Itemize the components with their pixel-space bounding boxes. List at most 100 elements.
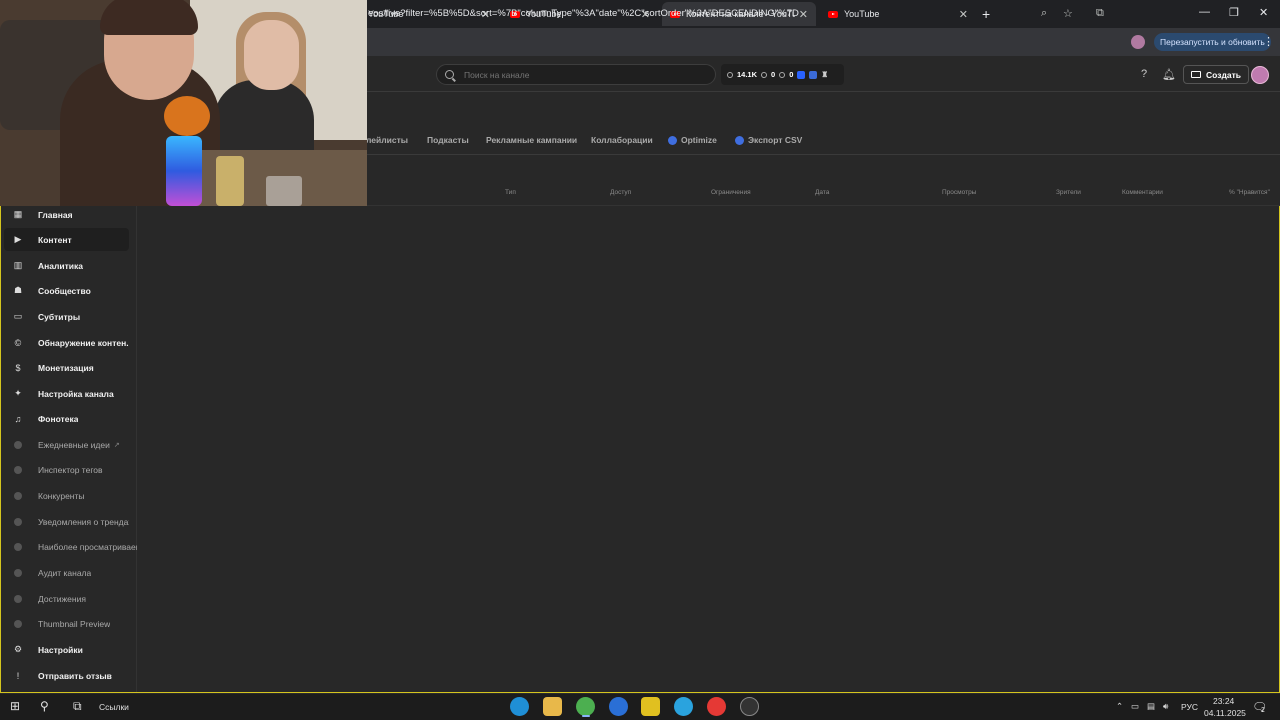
telegram-icon[interactable] — [674, 697, 693, 716]
extensions-icon[interactable]: ⧉ — [1096, 7, 1104, 20]
sidebar-item-channel-audit[interactable]: Аудит канала — [4, 561, 129, 584]
close-icon[interactable]: ✕ — [799, 8, 808, 21]
extension-icon — [13, 440, 23, 450]
links-toolbar[interactable]: Ссылки — [99, 702, 129, 712]
content-icon: ▶ — [14, 234, 22, 244]
sidebar-item-label: Контент — [38, 234, 72, 245]
extension-icon[interactable] — [797, 70, 806, 79]
zoom-icon[interactable]: ⌕ — [1041, 7, 1047, 20]
clock-date[interactable]: 04.11.2025 — [1204, 708, 1246, 718]
webcam-pumpkin — [164, 96, 210, 136]
task-view-icon[interactable]: ⧉ — [73, 699, 82, 714]
sidebar-item-competitors[interactable]: Конкуренты — [4, 484, 129, 507]
volume-icon[interactable]: 🔊︎ — [1163, 701, 1168, 712]
chrome-icon[interactable] — [576, 697, 595, 716]
column-header-visibility[interactable]: Доступ — [610, 189, 631, 196]
channel-search[interactable] — [436, 64, 716, 85]
bell-icon[interactable]: 🔔︎ — [1162, 68, 1176, 81]
sidebar-item-audio-library[interactable]: ♫ Фонотека — [4, 407, 129, 430]
sidebar-item-analytics[interactable]: ▥ Аналитика — [4, 254, 129, 277]
url-field[interactable]: eos/live?filter=%5B%5D&sort=%7B"columnTy… — [368, 8, 799, 19]
close-icon[interactable]: ✕ — [959, 8, 968, 21]
minimize-icon[interactable]: — — [1199, 6, 1210, 18]
community-icon: ☗ — [13, 285, 23, 295]
column-header-date[interactable]: Дата — [815, 189, 829, 196]
windows-taskbar — [0, 693, 1280, 720]
obs-icon[interactable] — [740, 697, 759, 716]
sidebar-item-content-detection[interactable]: © Обнаружение контен... — [4, 331, 129, 354]
sidebar-item-monetization[interactable]: $ Монетизация — [4, 356, 129, 379]
window-close-icon[interactable]: ✕ — [1259, 6, 1268, 19]
extension-icon[interactable] — [809, 70, 818, 79]
sidebar-item-thumbnail-preview[interactable]: Thumbnail Preview — [4, 612, 129, 635]
edge-icon[interactable] — [510, 697, 529, 716]
network-icon[interactable]: ▤ — [1147, 701, 1155, 712]
tab-export-csv[interactable]: Экспорт CSV — [735, 135, 802, 145]
sidebar-item-customization[interactable]: ✦ Настройка канала — [4, 382, 129, 405]
webcam-glass — [266, 176, 302, 206]
sidebar-item-dashboard[interactable]: ▦ Главная — [4, 203, 129, 226]
sidebar-item-label: Ежедневные идеи — [38, 439, 110, 450]
channel-avatar[interactable] — [1251, 66, 1269, 84]
sidebar-item-trend-alerts[interactable]: Уведомления о трендах — [4, 510, 129, 533]
help-icon[interactable]: ? — [1141, 68, 1147, 80]
sidebar-item-label: Аналитика — [38, 260, 83, 271]
chevron-up-icon[interactable]: ⌃ — [1116, 701, 1123, 712]
extension-stats-widget[interactable]: 14.1K 0 0 ♜ — [721, 64, 844, 85]
clock-time[interactable]: 23:24 — [1213, 696, 1234, 706]
language-indicator[interactable]: РУС — [1181, 702, 1198, 712]
new-tab-icon[interactable]: + — [982, 6, 990, 22]
sidebar-item-label: Аудит канала — [38, 567, 92, 578]
restart-update-button[interactable]: Перезапустить и обновить — [1154, 33, 1271, 51]
sidebar-item-most-viewed[interactable]: Наиболее просматриваем — [4, 535, 137, 558]
webcam-lamp — [166, 136, 202, 206]
tasks-icon[interactable] — [609, 697, 628, 716]
trophy-icon[interactable]: ♜ — [821, 70, 828, 79]
bookmark-star-icon[interactable]: ☆ — [1063, 7, 1073, 20]
extension-icon — [13, 465, 23, 475]
sidebar-item-daily-ideas[interactable]: Ежедневные идеи ↗ — [4, 433, 129, 456]
column-header-views[interactable]: Просмотры — [942, 189, 976, 196]
sidebar-item-settings[interactable]: ⚙ Настройки — [4, 638, 129, 661]
sidebar-item-label: Субтитры — [38, 311, 81, 322]
sidebar-item-label: Конкуренты — [38, 490, 85, 501]
column-header-likes[interactable]: % "Нравится" — [1229, 189, 1270, 196]
column-header-comments[interactable]: Комментарии — [1122, 189, 1163, 196]
column-header-viewers[interactable]: Зрители — [1056, 189, 1081, 196]
column-header-type[interactable]: Тип — [505, 189, 516, 196]
webcam-can — [216, 156, 244, 206]
obs-pause-icon[interactable] — [641, 697, 660, 716]
sidebar-item-tag-inspector[interactable]: Инспектор тегов — [4, 458, 129, 481]
studio-sidebar: ▦ Главная ▶ Контент ▥ Аналитика ☗ Сообще… — [0, 206, 137, 692]
export-icon — [735, 135, 744, 145]
comments-count: 0 — [789, 70, 794, 79]
sidebar-item-label: Достижения — [38, 593, 86, 604]
sidebar-item-label: Главная — [38, 209, 73, 220]
profile-avatar[interactable] — [1131, 35, 1145, 49]
tab-playlists[interactable]: лейлисты — [366, 135, 408, 145]
battery-icon: ▭ — [1131, 701, 1140, 711]
tab-title: YouTube — [844, 9, 880, 19]
sidebar-item-subtitles[interactable]: ▭ Субтитры — [4, 305, 129, 328]
sidebar-item-content[interactable]: ▶ Контент — [4, 228, 129, 251]
tab-ad-campaigns[interactable]: Рекламные кампании — [486, 135, 577, 145]
file-explorer-icon[interactable] — [543, 697, 562, 716]
subtitles-icon: ▭ — [13, 311, 23, 321]
browser-tab-4[interactable]: YouTube ✕ — [820, 2, 976, 26]
search-icon[interactable]: ⚲ — [40, 699, 49, 713]
sidebar-item-achievements[interactable]: Достижения — [4, 587, 129, 610]
sidebar-item-label: Обнаружение контен... — [38, 337, 129, 348]
menu-icon[interactable]: ⋮ — [1263, 35, 1274, 48]
windows-start-icon[interactable]: ⊞ — [10, 699, 20, 713]
webcam-overlay — [0, 0, 367, 206]
create-button[interactable]: Создать — [1183, 65, 1249, 84]
sidebar-item-feedback[interactable]: ! Отправить отзыв — [4, 664, 129, 687]
tab-optimize[interactable]: Optimize — [668, 135, 717, 145]
yandex-browser-icon[interactable] — [707, 697, 726, 716]
column-header-restrictions[interactable]: Ограничения — [711, 189, 751, 196]
search-input[interactable] — [464, 69, 684, 80]
sidebar-item-community[interactable]: ☗ Сообщество — [4, 279, 129, 302]
restore-icon[interactable]: ❐ — [1229, 6, 1239, 19]
tab-podcasts[interactable]: Подкасты — [427, 135, 469, 145]
tab-collaborations[interactable]: Коллаборации — [591, 135, 653, 145]
